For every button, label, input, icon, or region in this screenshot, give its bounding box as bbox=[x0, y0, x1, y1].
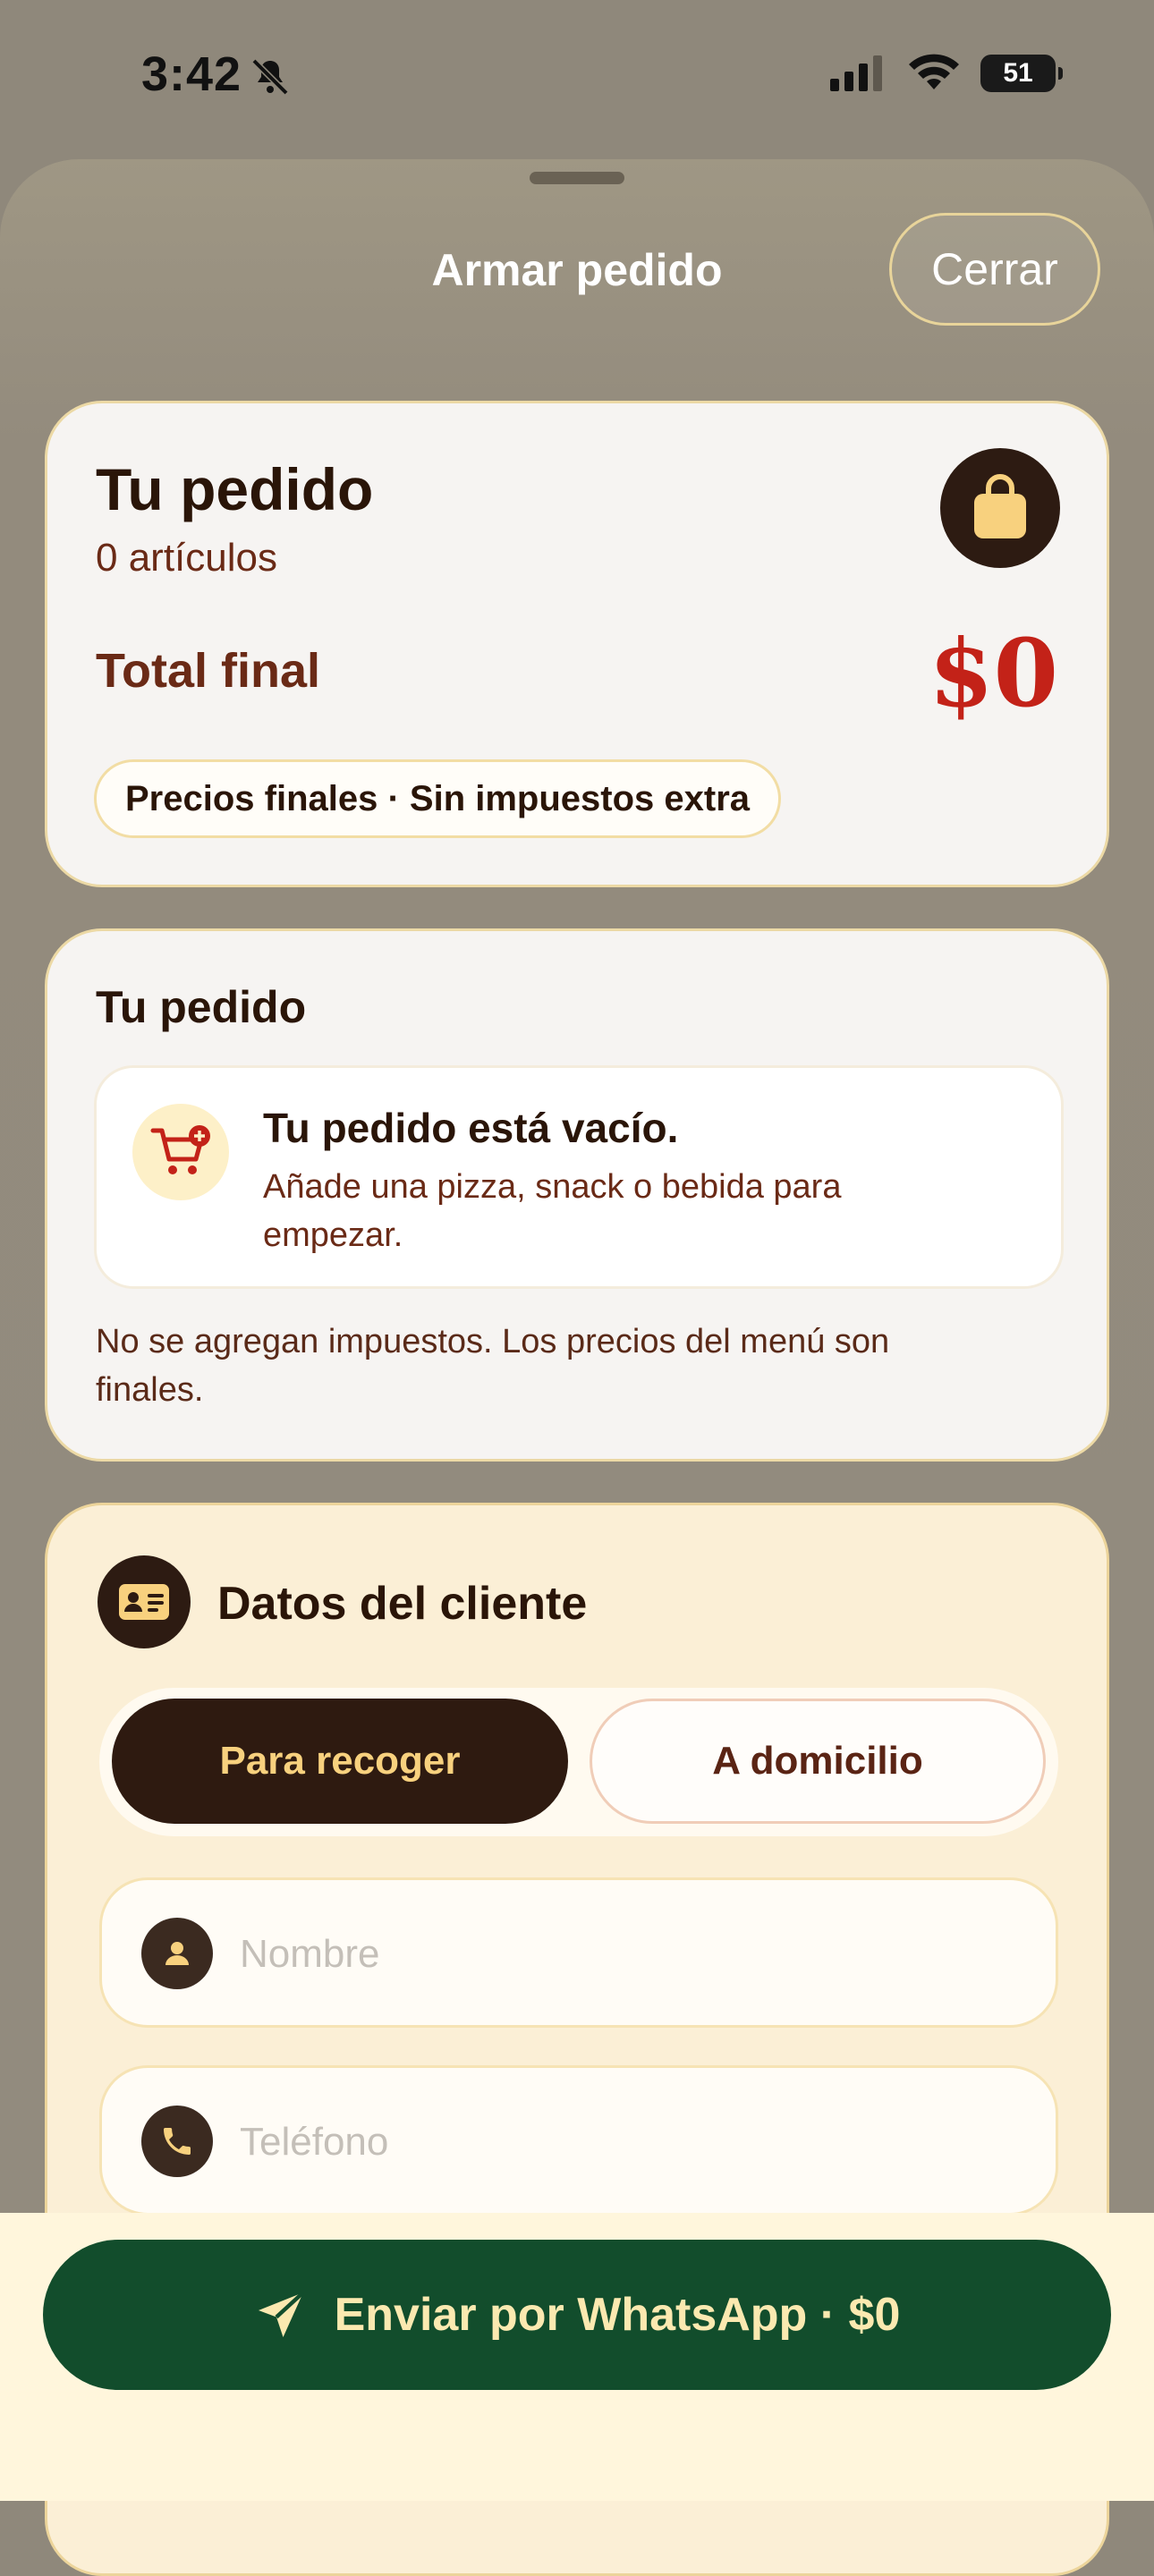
phone-input[interactable] bbox=[238, 2104, 1011, 2181]
name-input[interactable] bbox=[238, 1916, 1011, 1993]
send-icon bbox=[258, 2291, 305, 2337]
battery-icon: 51 bbox=[980, 55, 1063, 92]
status-time: 3:42 bbox=[141, 47, 242, 101]
shopping-bag-icon bbox=[940, 448, 1060, 568]
order-summary-card: Tu pedido 0 artículos Total final $0 Pre… bbox=[45, 401, 1109, 887]
customer-title: Datos del cliente bbox=[217, 1578, 588, 1630]
order-items-title: Tu pedido bbox=[96, 982, 307, 1032]
cart-plus-icon bbox=[132, 1104, 229, 1200]
delivery-mode-toggle: Para recoger A domicilio bbox=[99, 1688, 1058, 1836]
send-whatsapp-button[interactable]: Enviar por WhatsApp · $0 bbox=[43, 2240, 1111, 2390]
empty-title: Tu pedido está vacío. bbox=[263, 1105, 679, 1151]
delivery-option[interactable]: A domicilio bbox=[590, 1699, 1046, 1824]
total-value: $0 bbox=[929, 618, 1058, 728]
sheet-handle[interactable] bbox=[530, 172, 624, 184]
empty-order-message: Tu pedido está vacío. Añade una pizza, s… bbox=[94, 1065, 1064, 1289]
order-items-card: Tu pedido Tu pedido está vacío. Añade un… bbox=[45, 928, 1109, 1462]
battery-level: 51 bbox=[1003, 58, 1033, 88]
price-info-badge: Precios finales · Sin impuestos extra bbox=[94, 759, 782, 838]
close-button[interactable]: Cerrar bbox=[889, 213, 1100, 326]
tax-note: No se agregan impuestos. Los precios del… bbox=[96, 1323, 890, 1409]
total-label: Total final bbox=[96, 644, 320, 698]
item-count: 0 artículos bbox=[96, 536, 277, 580]
bottom-action-bar: Enviar por WhatsApp · $0 bbox=[0, 2213, 1154, 2501]
status-indicators: 51 bbox=[830, 54, 1063, 93]
bell-slash-icon bbox=[251, 58, 289, 96]
signal-icon bbox=[830, 55, 882, 91]
wifi-icon bbox=[909, 54, 959, 89]
name-field bbox=[99, 1877, 1058, 2028]
phone-icon bbox=[141, 2106, 213, 2177]
status-bar: 3:42 51 bbox=[0, 0, 1154, 152]
user-icon bbox=[141, 1918, 213, 1989]
send-label: Enviar por WhatsApp · $0 bbox=[334, 2289, 901, 2341]
phone-field bbox=[99, 2065, 1058, 2216]
empty-subtitle: Añade una pizza, snack o bebida para emp… bbox=[263, 1168, 842, 1254]
pickup-option[interactable]: Para recoger bbox=[112, 1699, 568, 1824]
summary-title: Tu pedido bbox=[96, 456, 374, 522]
id-card-icon bbox=[98, 1555, 191, 1648]
